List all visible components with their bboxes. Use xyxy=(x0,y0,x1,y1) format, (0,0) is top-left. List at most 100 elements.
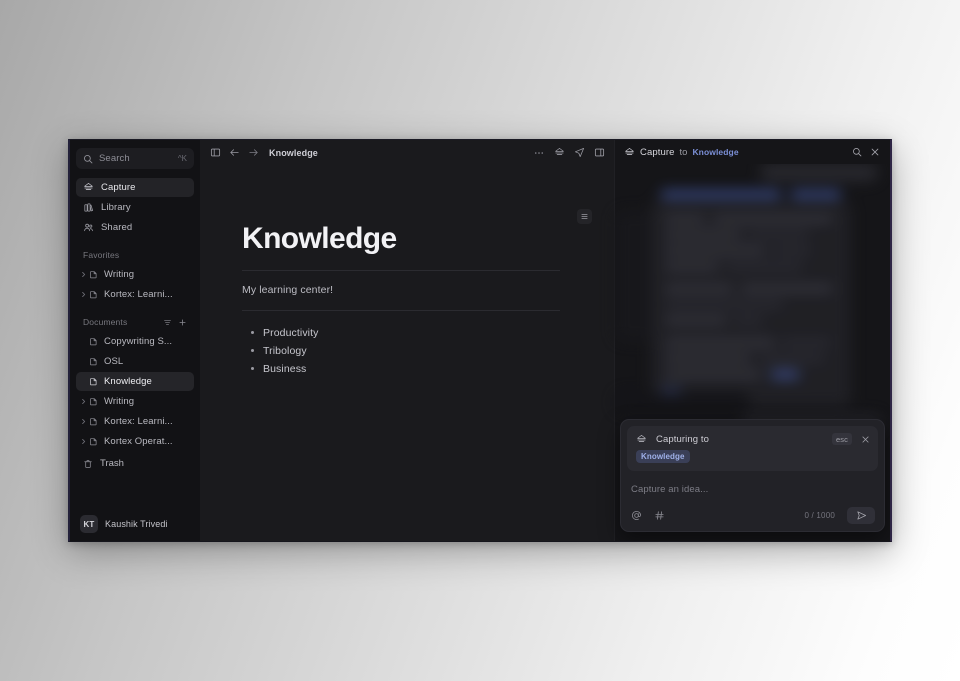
subtitle-divider xyxy=(242,309,560,311)
trash-icon xyxy=(83,459,93,469)
library-icon xyxy=(83,202,94,213)
favorite-item-kortex-learning[interactable]: Kortex: Learni... xyxy=(76,285,194,304)
document-icon xyxy=(89,337,98,346)
capturing-to-label: Capturing to xyxy=(656,433,709,445)
documents-title: Documents xyxy=(83,317,128,327)
search-icon xyxy=(83,154,93,164)
capture-to-label: to xyxy=(679,146,688,158)
favorite-item-label: Kortex: Learni... xyxy=(104,289,173,300)
shared-users-icon xyxy=(83,222,94,233)
document-icon xyxy=(89,357,98,366)
blurred-card xyxy=(615,392,750,412)
main-panel: Knowledge Knowledge My learning center! … xyxy=(200,140,614,541)
document-item-label: Kortex: Learni... xyxy=(104,416,173,427)
trash-label: Trash xyxy=(100,458,124,469)
document-item-label: OSL xyxy=(104,356,124,367)
capture-input[interactable]: Capture an idea... xyxy=(627,471,878,507)
document-item-kortex-learning[interactable]: Kortex: Learni... xyxy=(76,412,194,431)
document-item-osl[interactable]: OSL xyxy=(76,352,194,371)
send-plane-icon[interactable] xyxy=(574,147,585,158)
search-shortcut: ^K xyxy=(177,154,187,163)
list-item-label: Business xyxy=(263,362,307,375)
sidebar-item-label: Shared xyxy=(101,222,133,233)
favorites-title: Favorites xyxy=(83,250,120,260)
arrow-left-icon[interactable] xyxy=(229,147,240,158)
app-window: Search ^K Capture Library Shared Favorit… xyxy=(68,139,892,542)
capture-icon xyxy=(636,434,647,445)
bullet-list: Productivity Tribology Business xyxy=(242,324,574,378)
panel-right-icon[interactable] xyxy=(594,147,605,158)
at-mention-icon[interactable] xyxy=(631,510,642,521)
capture-panel-title: Capture xyxy=(640,146,675,158)
capture-panel: Capture to Knowledge Capturing to esc Kn… xyxy=(614,140,890,541)
user-name: Kaushik Trivedi xyxy=(105,519,168,529)
capturing-to-banner: Capturing to esc Knowledge xyxy=(627,426,878,471)
document-icon xyxy=(89,270,98,279)
document-item-copywriting[interactable]: Copywriting S... xyxy=(76,332,194,351)
list-item[interactable]: Business xyxy=(251,360,574,378)
capture-destination[interactable]: Knowledge xyxy=(692,147,738,157)
breadcrumb[interactable]: Knowledge xyxy=(269,148,318,158)
sidebar-item-trash[interactable]: Trash xyxy=(76,454,194,473)
bullet-dot-icon xyxy=(251,331,254,334)
esc-key-badge[interactable]: esc xyxy=(832,433,852,445)
character-counter: 0 / 1000 xyxy=(804,511,835,520)
document-icon xyxy=(89,397,98,406)
filter-sort-icon[interactable] xyxy=(163,318,172,327)
send-button[interactable] xyxy=(847,507,875,524)
capture-icon[interactable] xyxy=(554,147,565,158)
list-item[interactable]: Tribology xyxy=(251,342,574,360)
close-icon[interactable] xyxy=(861,435,870,444)
documents-section-header: Documents xyxy=(76,315,194,329)
sidebar-item-capture[interactable]: Capture xyxy=(76,178,194,197)
document-item-writing[interactable]: Writing xyxy=(76,392,194,411)
document-subtitle[interactable]: My learning center! xyxy=(242,284,574,296)
main-toolbar: Knowledge xyxy=(200,140,614,165)
favorite-item-writing[interactable]: Writing xyxy=(76,265,194,284)
document-item-label: Writing xyxy=(104,396,135,407)
chevron-right-icon[interactable] xyxy=(78,398,89,405)
arrow-right-icon[interactable] xyxy=(248,147,259,158)
bullet-dot-icon xyxy=(251,367,254,370)
document-item-label: Copywriting S... xyxy=(104,336,173,347)
sidebar-item-label: Library xyxy=(101,202,131,213)
page-title[interactable]: Knowledge xyxy=(242,223,574,255)
list-outline-icon[interactable] xyxy=(577,209,592,224)
chevron-right-icon[interactable] xyxy=(78,438,89,445)
favorite-item-label: Writing xyxy=(104,269,135,280)
search-input[interactable]: Search ^K xyxy=(76,148,194,169)
destination-chip[interactable]: Knowledge xyxy=(636,450,690,463)
favorites-section-header: Favorites xyxy=(76,248,194,262)
panel-left-icon[interactable] xyxy=(210,147,221,158)
avatar: KT xyxy=(80,515,98,533)
document-item-knowledge[interactable]: Knowledge xyxy=(76,372,194,391)
document-item-kortex-operations[interactable]: Kortex Operat... xyxy=(76,432,194,451)
document-body: Knowledge My learning center! Productivi… xyxy=(200,165,614,378)
more-horizontal-icon[interactable] xyxy=(533,147,545,159)
chevron-right-icon[interactable] xyxy=(78,271,89,278)
list-item-label: Tribology xyxy=(263,344,307,357)
chevron-right-icon[interactable] xyxy=(78,418,89,425)
document-icon xyxy=(89,377,98,386)
document-icon xyxy=(89,437,98,446)
blurred-card xyxy=(651,191,851,406)
user-profile[interactable]: KT Kaushik Trivedi xyxy=(76,507,194,541)
document-item-label: Kortex Operat... xyxy=(104,436,173,447)
chevron-right-icon[interactable] xyxy=(78,291,89,298)
search-icon[interactable] xyxy=(852,147,862,157)
capture-icon xyxy=(624,147,635,158)
title-divider xyxy=(242,269,560,271)
capture-icon xyxy=(83,182,94,193)
plus-icon[interactable] xyxy=(178,318,187,327)
close-icon[interactable] xyxy=(870,147,880,157)
composer-footer: 0 / 1000 xyxy=(627,507,878,525)
sidebar-item-shared[interactable]: Shared xyxy=(76,218,194,237)
hash-tag-icon[interactable] xyxy=(654,510,665,521)
list-item[interactable]: Productivity xyxy=(251,324,574,342)
bullet-dot-icon xyxy=(251,349,254,352)
document-scroll-area: Knowledge My learning center! Productivi… xyxy=(200,165,614,541)
blurred-card xyxy=(760,164,878,181)
list-item-label: Productivity xyxy=(263,326,319,339)
sidebar-item-library[interactable]: Library xyxy=(76,198,194,217)
search-placeholder: Search xyxy=(99,153,130,164)
